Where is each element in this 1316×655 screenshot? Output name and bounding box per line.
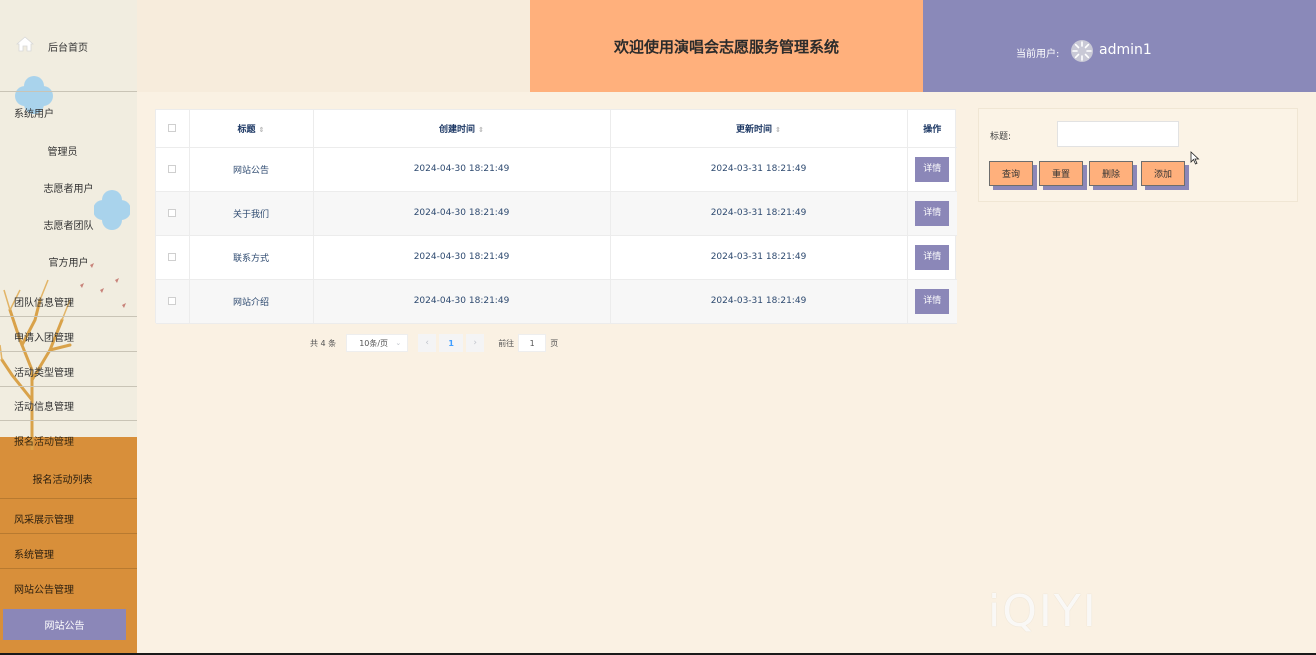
sidebar-item-showcase[interactable]: 风采展示管理 — [14, 511, 137, 526]
pagination-total: 共 4 条 — [310, 338, 337, 348]
title-search-label: 标题: — [990, 132, 1012, 142]
row-checkbox[interactable] — [168, 252, 177, 261]
column-header-title[interactable]: 标题 ⇕ — [189, 110, 314, 148]
sidebar: 后台首页 系统用户 管理员 志愿者用户 志愿者团队 官方用户 团队信息管理 申请… — [0, 0, 137, 655]
header-user-panel: 当前用户: admin1 — [923, 0, 1316, 92]
title-search-input[interactable] — [1057, 121, 1179, 147]
table-row: 网站公告 2024-04-30 18:21:49 2024-03-31 18:2… — [156, 147, 957, 191]
row-updated: 2024-03-31 18:21:49 — [610, 191, 908, 235]
page-title: 欢迎使用演唱会志愿服务管理系统 — [530, 0, 923, 92]
row-created: 2024-04-30 18:21:49 — [313, 147, 611, 191]
column-updated-label: 更新时间 — [736, 124, 773, 135]
select-all-checkbox[interactable] — [168, 123, 177, 132]
search-panel: 标题: 查询 重置 删除 添加 — [978, 108, 1298, 202]
sidebar-home-label: 后台首页 — [48, 43, 88, 54]
pagination: 共 4 条 10条/页 ⌄ ‹ 1 › 前往 1 页 — [310, 334, 558, 352]
divider — [0, 568, 137, 569]
column-header-created[interactable]: 创建时间 ⇕ — [313, 110, 611, 148]
row-updated: 2024-03-31 18:21:49 — [610, 235, 908, 279]
table-row: 关于我们 2024-04-30 18:21:49 2024-03-31 18:2… — [156, 191, 957, 235]
table-header-row: 标题 ⇕ 创建时间 ⇕ 更新时间 ⇕ 操作 — [156, 110, 957, 148]
column-title-label: 标题 — [237, 124, 256, 135]
sidebar-item-volunteer-users[interactable]: 志愿者用户 — [0, 180, 137, 195]
sort-icon[interactable]: ⇕ — [478, 126, 484, 134]
page-size-select[interactable]: 10条/页 ⌄ — [346, 334, 409, 352]
sort-icon[interactable]: ⇕ — [259, 126, 265, 134]
header-left-panel — [137, 0, 530, 92]
goto-page-input[interactable]: 1 — [518, 334, 547, 352]
detail-button[interactable]: 详情 — [915, 156, 950, 182]
sidebar-item-activity-info[interactable]: 活动信息管理 — [14, 398, 137, 413]
query-button[interactable]: 查询 — [989, 161, 1033, 186]
row-created: 2024-04-30 18:21:49 — [313, 279, 611, 323]
add-button[interactable]: 添加 — [1141, 161, 1185, 186]
chevron-left-icon: ‹ — [425, 338, 429, 348]
select-all-cell — [156, 110, 190, 148]
sidebar-item-system-users[interactable]: 系统用户 — [14, 105, 137, 120]
chevron-right-icon: › — [473, 338, 477, 348]
sidebar-item-admins[interactable]: 管理员 — [0, 143, 131, 158]
sidebar-item-join-requests[interactable]: 申请入团管理 — [14, 329, 137, 344]
divider — [0, 386, 137, 387]
sidebar-item-team-info[interactable]: 团队信息管理 — [14, 294, 137, 309]
page-number-current[interactable]: 1 — [439, 334, 464, 352]
prev-page-button[interactable]: ‹ — [418, 334, 437, 352]
page-unit-label: 页 — [550, 338, 559, 348]
sidebar-item-volunteer-teams[interactable]: 志愿者团队 — [0, 217, 137, 232]
page-size-value: 10条/页 — [359, 338, 389, 348]
avatar[interactable] — [1070, 39, 1094, 63]
sidebar-item-activity-types[interactable]: 活动类型管理 — [14, 364, 137, 379]
delete-button[interactable]: 删除 — [1089, 161, 1133, 186]
sidebar-item-announcement-management[interactable]: 网站公告管理 — [14, 581, 137, 596]
username[interactable]: admin1 — [1099, 42, 1152, 58]
table-row: 网站介绍 2024-04-30 18:21:49 2024-03-31 18:2… — [156, 279, 957, 323]
divider — [0, 351, 137, 352]
table-row: 联系方式 2024-04-30 18:21:49 2024-03-31 18:2… — [156, 235, 957, 279]
row-title: 网站公告 — [189, 147, 314, 191]
row-checkbox[interactable] — [168, 164, 177, 173]
chevron-down-icon: ⌄ — [395, 339, 402, 347]
detail-button[interactable]: 详情 — [915, 200, 950, 226]
row-title: 联系方式 — [189, 235, 314, 279]
sidebar-item-home[interactable]: 后台首页 — [0, 0, 137, 92]
column-created-label: 创建时间 — [439, 124, 476, 135]
mouse-cursor-icon — [1190, 151, 1200, 165]
sidebar-item-announcements[interactable]: 网站公告 — [3, 609, 126, 640]
reset-button[interactable]: 重置 — [1039, 161, 1083, 186]
watermark-logo: iQIYI — [988, 586, 1098, 637]
sort-icon[interactable]: ⇕ — [775, 126, 781, 134]
divider — [0, 420, 137, 421]
sidebar-item-system-management[interactable]: 系统管理 — [14, 546, 137, 561]
current-user-label: 当前用户: — [1016, 49, 1060, 60]
home-icon — [16, 36, 34, 52]
row-created: 2024-04-30 18:21:49 — [313, 235, 611, 279]
sidebar-item-signup-management[interactable]: 报名活动管理 — [14, 433, 137, 448]
detail-button[interactable]: 详情 — [915, 288, 950, 314]
row-title: 关于我们 — [189, 191, 314, 235]
sidebar-item-signup-list[interactable]: 报名活动列表 — [0, 471, 131, 486]
column-header-action: 操作 — [907, 110, 957, 148]
column-header-updated[interactable]: 更新时间 ⇕ — [610, 110, 908, 148]
row-title: 网站介绍 — [189, 279, 314, 323]
announcement-table: 标题 ⇕ 创建时间 ⇕ 更新时间 ⇕ 操作 网站公告 2024-04-30 18:21… — [155, 109, 957, 323]
divider — [0, 533, 137, 534]
row-updated: 2024-03-31 18:21:49 — [610, 279, 908, 323]
detail-button[interactable]: 详情 — [915, 244, 950, 270]
row-checkbox[interactable] — [168, 296, 177, 305]
row-created: 2024-04-30 18:21:49 — [313, 191, 611, 235]
row-checkbox[interactable] — [168, 208, 177, 217]
next-page-button[interactable]: › — [466, 334, 485, 352]
row-updated: 2024-03-31 18:21:49 — [610, 147, 908, 191]
sidebar-item-official-users[interactable]: 官方用户 — [0, 254, 137, 269]
divider — [0, 498, 137, 499]
goto-label: 前往 — [498, 338, 515, 348]
divider — [0, 316, 137, 317]
